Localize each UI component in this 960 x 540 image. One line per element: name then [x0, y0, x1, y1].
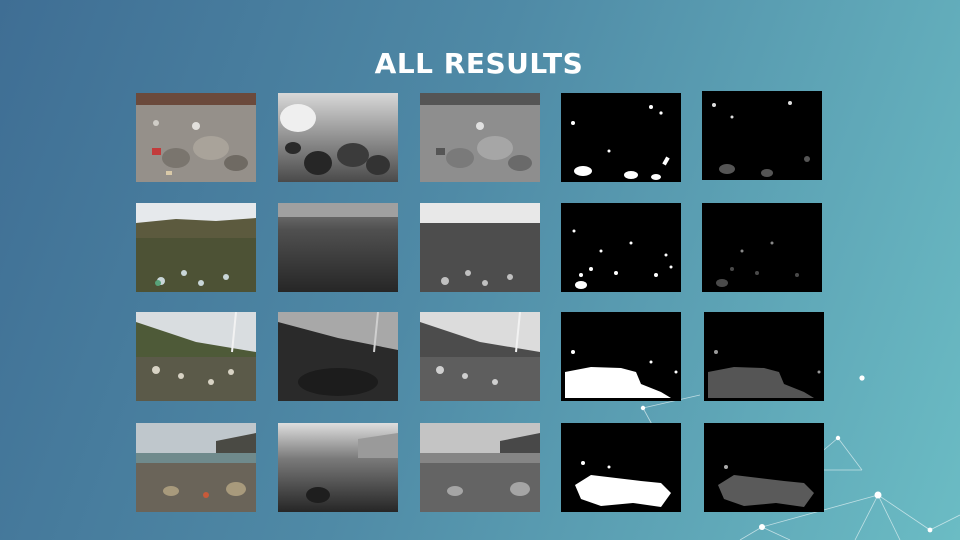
- row3-masked-depth: [704, 312, 824, 401]
- row2-depth-map: [278, 203, 398, 292]
- row2-grayscale: [420, 203, 540, 292]
- row1-grayscale: [420, 93, 540, 182]
- row4-binary-mask: [561, 423, 681, 512]
- page-title: ALL RESULTS: [374, 47, 584, 80]
- row1-depth-map: [278, 93, 398, 182]
- row3-depth-map: [278, 312, 398, 401]
- row3-binary-mask: [561, 312, 681, 401]
- row3-photo: [136, 312, 256, 401]
- row2-photo: [136, 203, 256, 292]
- row2-binary-mask: [561, 203, 681, 292]
- row4-grayscale: [420, 423, 540, 512]
- row3-grayscale: [420, 312, 540, 401]
- row2-masked-depth: [702, 203, 822, 292]
- row1-binary-mask: [561, 93, 681, 182]
- row1-masked-depth: [702, 91, 822, 180]
- row4-depth-map: [278, 423, 398, 512]
- row4-photo: [136, 423, 256, 512]
- row4-masked-depth: [704, 423, 824, 512]
- row1-photo: [136, 93, 256, 182]
